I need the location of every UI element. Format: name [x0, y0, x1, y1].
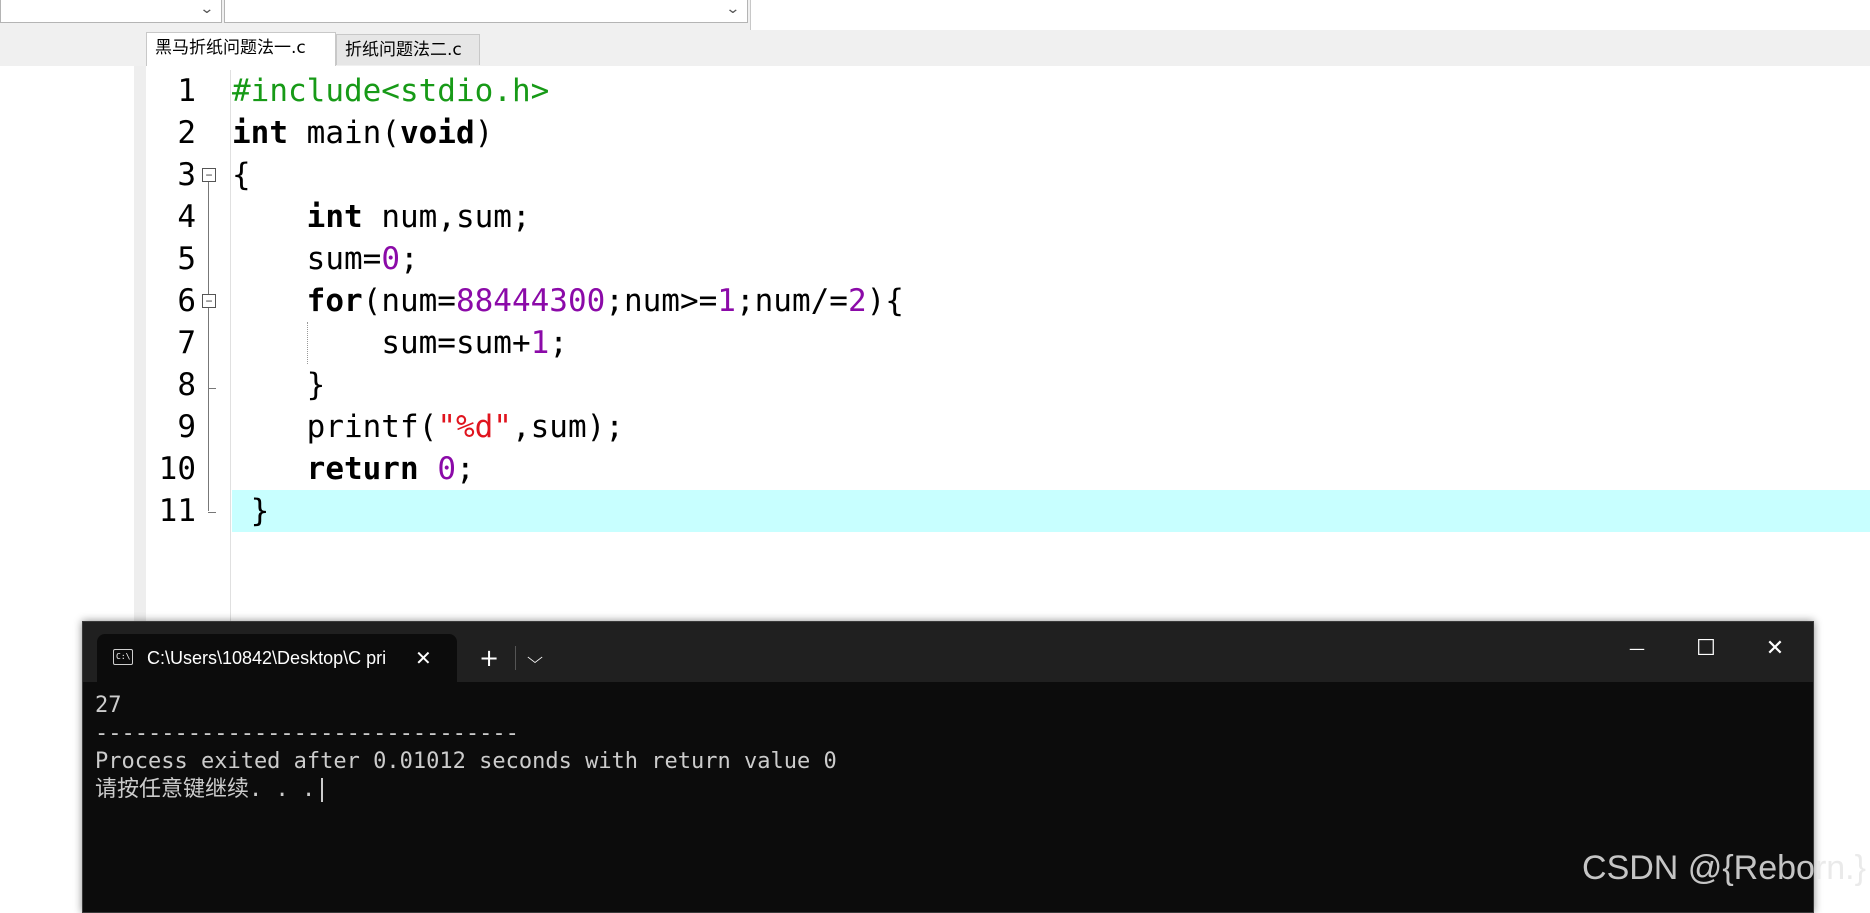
line-number: 11: [158, 493, 196, 529]
line-number: 1: [177, 73, 196, 109]
code-text: ){: [866, 283, 904, 319]
line-number: 7: [177, 325, 196, 361]
text-cursor: [321, 778, 324, 802]
line-number: 9: [177, 409, 196, 445]
indent-guide: [307, 322, 308, 364]
code-text: (num=: [362, 283, 456, 319]
code-text: ;num/=: [735, 283, 848, 319]
code-line-9: printf("%d",sum);: [232, 406, 1870, 448]
line-number: 6: [177, 283, 196, 319]
line-number: 10: [158, 451, 196, 487]
code-text: }: [306, 367, 326, 403]
code-line-2: int main(void): [232, 112, 1870, 154]
project-panel: [0, 66, 146, 626]
code-text: ,sum);: [511, 409, 624, 445]
code-line-8: }: [232, 364, 1870, 406]
code-line-10: return 0;: [232, 448, 1870, 490]
output-line: 27: [95, 693, 122, 718]
tab-label: 折纸问题法二.c: [345, 40, 462, 60]
code-text: }: [250, 493, 270, 529]
code-text: {: [232, 157, 251, 193]
console-window[interactable]: C:\ C:\Users\10842\Desktop\C pri ✕ + ⌵ —…: [82, 621, 1814, 913]
code-text: sum=sum+: [381, 325, 531, 361]
number-literal: 1: [717, 283, 736, 319]
class-combo[interactable]: ⌄: [0, 0, 222, 23]
chevron-down-icon: ⌄: [725, 1, 741, 17]
code-text: ;num>=: [605, 283, 718, 319]
code-line-11-current: }: [232, 490, 1870, 532]
code-line-1: #include<stdio.h>: [232, 70, 1870, 112]
toolbar: ⌄ ⌄: [0, 0, 751, 31]
console-output[interactable]: 27 -------------------------------- Proc…: [95, 692, 1795, 902]
code-editor[interactable]: 1 2 3 4 5 6 7 8 9 10 11 − − #include<std…: [146, 66, 1870, 626]
code-text: ;: [455, 451, 475, 487]
number-literal: 1: [530, 325, 550, 361]
keyword: for: [306, 283, 363, 319]
preprocessor-directive: #include<stdio.h>: [232, 73, 550, 109]
number-literal: 0: [437, 451, 456, 487]
code-text: ;: [399, 241, 419, 277]
panel-splitter[interactable]: [134, 66, 146, 626]
code-area[interactable]: #include<stdio.h> int main(void) { int n…: [232, 70, 1870, 626]
line-number: 5: [177, 241, 196, 277]
keyword: return: [306, 451, 419, 487]
prompt-text: 请按任意键继续. . .: [95, 777, 316, 802]
console-tab-title: C:\Users\10842\Desktop\C pri: [147, 648, 387, 668]
console-titlebar[interactable]: C:\ C:\Users\10842\Desktop\C pri ✕ + ⌵ —…: [83, 622, 1813, 682]
close-tab-icon[interactable]: ✕: [415, 634, 432, 682]
output-separator: --------------------------------: [95, 721, 519, 746]
editor-tab-bar: 黑马折纸问题法一.c 折纸问题法二.c: [0, 30, 1870, 66]
tab-file-2[interactable]: 折纸问题法二.c: [336, 34, 480, 65]
tab-file-1[interactable]: 黑马折纸问题法一.c: [146, 32, 336, 66]
watermark: CSDN @{Reborn.}: [1582, 849, 1866, 887]
collapse-icon[interactable]: −: [202, 294, 216, 308]
line-number-gutter: 1 2 3 4 5 6 7 8 9 10 11 − −: [146, 70, 231, 626]
keyword: void: [399, 115, 475, 151]
new-tab-button[interactable]: +: [479, 634, 499, 682]
divider: [515, 646, 516, 670]
console-tab[interactable]: C:\ C:\Users\10842\Desktop\C pri ✕: [97, 634, 457, 682]
code-line-6: for(num=88444300;num>=1;num/=2){: [232, 280, 1870, 322]
code-line-5: sum=0;: [232, 238, 1870, 280]
keyword: int: [232, 115, 288, 151]
number-literal: 0: [381, 241, 400, 277]
output-line-prompt: 请按任意键继续. . .: [95, 776, 1795, 804]
number-literal: 2: [847, 283, 867, 319]
keyword: int: [306, 199, 363, 235]
fold-end-tick: [208, 388, 216, 389]
code-text: sum=: [306, 241, 382, 277]
minimize-button[interactable]: —: [1607, 622, 1667, 682]
code-line-7: sum=sum+1;: [232, 322, 1870, 364]
chevron-down-icon[interactable]: ⌵: [527, 634, 543, 682]
cmd-icon: C:\: [113, 649, 133, 665]
close-button[interactable]: ✕: [1745, 622, 1805, 682]
member-combo[interactable]: ⌄: [224, 0, 748, 23]
code-text: main(: [288, 115, 400, 151]
code-line-3: {: [232, 154, 1870, 196]
line-number: 3: [177, 157, 196, 193]
fold-end-tick: [208, 512, 216, 513]
code-text: ;: [549, 325, 568, 361]
line-number: 8: [177, 367, 196, 403]
line-number: 2: [177, 115, 196, 151]
number-literal: 88444300: [455, 283, 606, 319]
string-literal: "%d": [437, 409, 512, 445]
maximize-button[interactable]: ☐: [1676, 622, 1736, 682]
chevron-down-icon: ⌄: [199, 1, 215, 17]
code-line-4: int num,sum;: [232, 196, 1870, 238]
collapse-icon[interactable]: −: [202, 168, 216, 182]
line-number: 4: [177, 199, 196, 235]
code-text: num,sum;: [362, 199, 531, 235]
code-text: ): [474, 115, 494, 151]
tab-label: 黑马折纸问题法一.c: [155, 38, 306, 58]
code-text: printf(: [306, 409, 438, 445]
output-line: Process exited after 0.01012 seconds wit…: [95, 749, 837, 774]
fold-guide: [208, 175, 209, 511]
